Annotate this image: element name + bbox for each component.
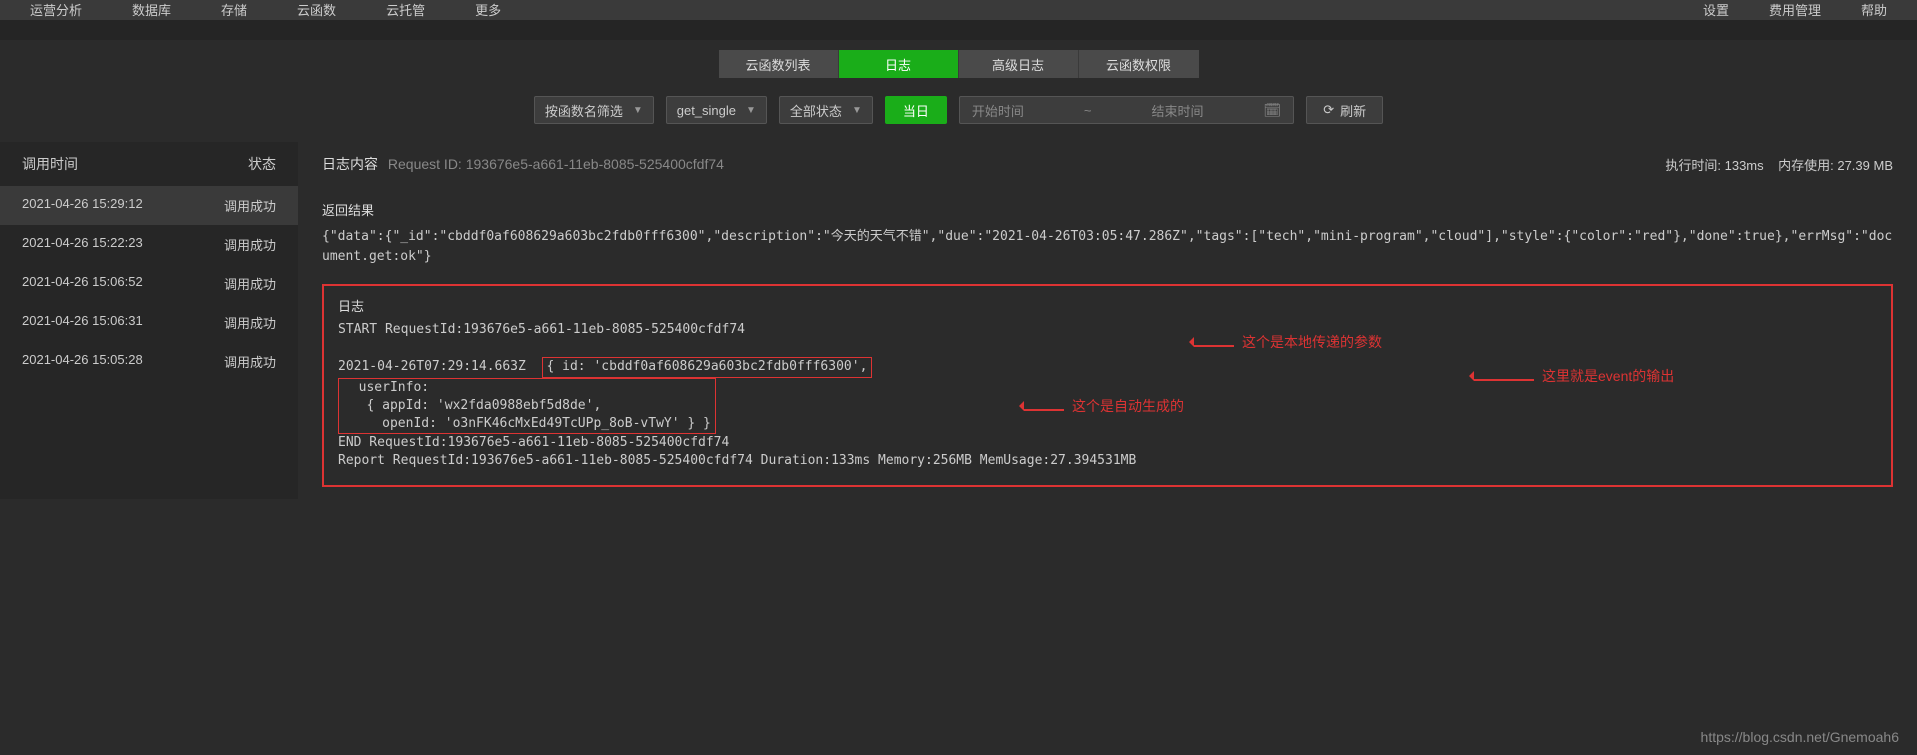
event-id-box: { id: 'cbddf0af608629a603bc2fdb0fff6300'… [542, 357, 873, 377]
result-json: {"data":{"_id":"cbddf0af608629a603bc2fdb… [322, 227, 1893, 266]
result-label: 返回结果 [322, 200, 1893, 219]
log-item-time: 2021-04-26 15:06:31 [22, 313, 143, 332]
top-nav-item[interactable]: 费用管理 [1769, 0, 1821, 19]
log-list-item[interactable]: 2021-04-26 15:22:23 调用成功 [0, 225, 298, 264]
annotation-event-output: 这里就是event的输出 [1474, 366, 1674, 386]
userinfo-box: userInfo: { appId: 'wx2fda0988ebf5d8de',… [338, 378, 716, 435]
refresh-icon: ⟳ [1323, 102, 1334, 118]
log-list-item[interactable]: 2021-04-26 15:05:28 调用成功 [0, 342, 298, 381]
top-nav-item[interactable]: 设置 [1703, 0, 1729, 19]
annotation-local-param: 这个是本地传递的参数 [1194, 332, 1382, 352]
status-dropdown[interactable]: 全部状态 ▼ [779, 96, 873, 124]
end-time-placeholder: 结束时间 [1151, 101, 1203, 120]
sub-header [0, 20, 1917, 40]
top-nav-item[interactable]: 运营分析 [30, 0, 82, 19]
function-name-label: get_single [677, 103, 736, 118]
range-separator: ~ [1084, 103, 1092, 118]
col-time: 调用时间 [22, 154, 78, 174]
top-nav: 运营分析 数据库 存储 云函数 云托管 更多 设置 费用管理 帮助 [0, 0, 1917, 20]
filter-by-dropdown[interactable]: 按函数名筛选 ▼ [534, 96, 654, 124]
refresh-button[interactable]: ⟳ 刷新 [1306, 96, 1383, 124]
top-nav-item[interactable]: 存储 [221, 0, 247, 19]
log-item-status: 调用成功 [224, 235, 276, 254]
watermark: https://blog.csdn.net/Gnemoah6 [1701, 729, 1899, 745]
function-name-dropdown[interactable]: get_single ▼ [666, 96, 767, 124]
log-list-item[interactable]: 2021-04-26 15:29:12 调用成功 [0, 186, 298, 225]
log-list-item[interactable]: 2021-04-26 15:06:31 调用成功 [0, 303, 298, 342]
top-nav-item[interactable]: 更多 [475, 0, 501, 19]
start-time-placeholder: 开始时间 [972, 101, 1024, 120]
log-label: 日志 [338, 296, 1877, 315]
tab-云函数权限[interactable]: 云函数权限 [1079, 50, 1199, 78]
top-nav-item[interactable]: 数据库 [132, 0, 171, 19]
log-item-time: 2021-04-26 15:22:23 [22, 235, 143, 254]
top-nav-item[interactable]: 云函数 [297, 0, 336, 19]
tab-日志[interactable]: 日志 [839, 50, 959, 78]
sidebar-header: 调用时间 状态 [0, 142, 298, 186]
log-item-status: 调用成功 [224, 274, 276, 293]
log-content: 日志内容 Request ID: 193676e5-a661-11eb-8085… [298, 142, 1917, 499]
content-title: 日志内容 Request ID: 193676e5-a661-11eb-8085… [322, 154, 724, 174]
top-nav-item[interactable]: 云托管 [386, 0, 425, 19]
date-range-picker[interactable]: 开始时间 ~ 结束时间 🗓 [959, 96, 1294, 124]
today-button[interactable]: 当日 [885, 96, 947, 124]
exec-time: 133ms [1725, 158, 1764, 173]
content-header: 日志内容 Request ID: 193676e5-a661-11eb-8085… [322, 154, 1893, 184]
log-sidebar: 调用时间 状态 2021-04-26 15:29:12调用成功2021-04-2… [0, 142, 298, 499]
tab-高级日志[interactable]: 高级日志 [959, 50, 1079, 78]
main-area: 调用时间 状态 2021-04-26 15:29:12调用成功2021-04-2… [0, 142, 1917, 499]
top-nav-item[interactable]: 帮助 [1861, 0, 1887, 19]
request-id: 193676e5-a661-11eb-8085-525400cfdf74 [466, 156, 724, 172]
log-item-status: 调用成功 [224, 196, 276, 215]
tab-row: 云函数列表日志高级日志云函数权限 [0, 40, 1917, 88]
status-label: 全部状态 [790, 101, 842, 120]
log-item-status: 调用成功 [224, 313, 276, 332]
mem-usage: 27.39 MB [1837, 158, 1893, 173]
calendar-icon: 🗓 [1263, 102, 1281, 119]
log-item-time: 2021-04-26 15:06:52 [22, 274, 143, 293]
chevron-down-icon: ▼ [746, 105, 756, 116]
chevron-down-icon: ▼ [852, 105, 862, 116]
filter-row: 按函数名筛选 ▼ get_single ▼ 全部状态 ▼ 当日 开始时间 ~ 结… [0, 88, 1917, 142]
log-list-item[interactable]: 2021-04-26 15:06:52 调用成功 [0, 264, 298, 303]
chevron-down-icon: ▼ [633, 105, 643, 116]
log-item-status: 调用成功 [224, 352, 276, 371]
log-item-time: 2021-04-26 15:29:12 [22, 196, 143, 215]
annotation-auto-generated: 这个是自动生成的 [1024, 396, 1184, 416]
filter-by-label: 按函数名筛选 [545, 101, 623, 120]
log-item-time: 2021-04-26 15:05:28 [22, 352, 143, 371]
log-block: 日志 START RequestId:193676e5-a661-11eb-80… [322, 284, 1893, 487]
arrow-icon [1194, 334, 1234, 350]
tab-云函数列表[interactable]: 云函数列表 [719, 50, 839, 78]
content-stats: 执行时间: 133ms 内存使用: 27.39 MB [1665, 155, 1893, 174]
arrow-icon [1024, 398, 1064, 414]
col-status: 状态 [248, 154, 276, 174]
arrow-icon [1474, 368, 1534, 384]
